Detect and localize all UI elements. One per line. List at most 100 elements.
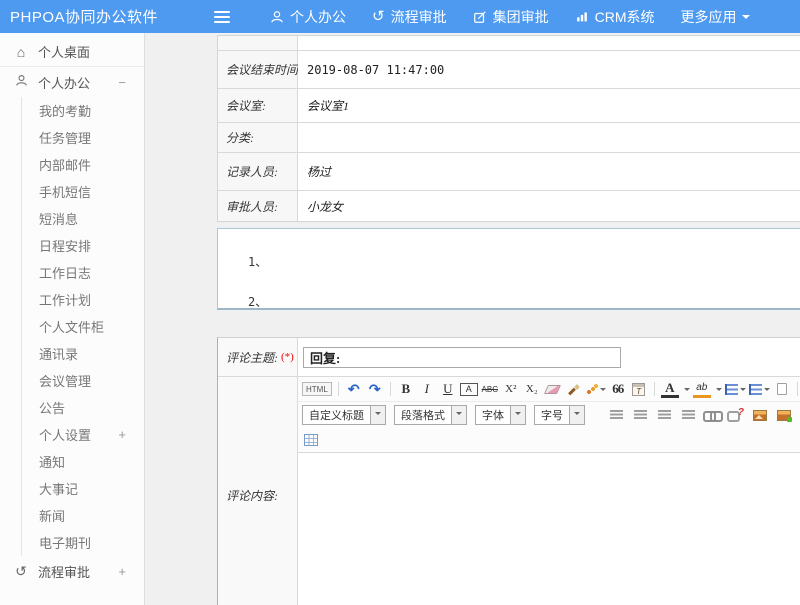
font-size-select[interactable]: 字号 xyxy=(534,405,585,425)
sidebar-item-label: 工作计划 xyxy=(39,290,91,309)
sidebar-item-short-message[interactable]: 短消息 xyxy=(22,205,144,232)
caret-down-icon[interactable] xyxy=(510,406,525,424)
sidebar-item-announcement[interactable]: 公告 xyxy=(22,394,144,421)
sidebar-item-desktop[interactable]: ⌂ 个人桌面 xyxy=(0,37,144,67)
sidebar-item-workflow-approval[interactable]: ↺ 流程审批 + xyxy=(0,556,144,586)
sidebar-item-personal-office[interactable]: 个人办公 − xyxy=(0,67,144,97)
underline-button[interactable]: U xyxy=(439,380,457,398)
combo-value: 字号 xyxy=(535,407,569,423)
sidebar-item-schedule[interactable]: 日程安排 xyxy=(22,232,144,259)
unlink-icon[interactable] xyxy=(727,406,745,424)
expand-toggle[interactable]: + xyxy=(118,427,126,442)
sidebar-item-news[interactable]: 新闻 xyxy=(22,502,144,529)
font-family-select[interactable]: 字体 xyxy=(475,405,526,425)
comment-table: 评论主题: (*) 评论内容: HTML ↶ ↷ xyxy=(217,337,800,605)
caret-down-icon[interactable] xyxy=(370,406,385,424)
sidebar-item-work-log[interactable]: 工作日志 xyxy=(22,259,144,286)
sidebar-item-file-cabinet[interactable]: 个人文件柜 xyxy=(22,313,144,340)
nav-label: CRM系统 xyxy=(595,7,655,27)
comment-content-label: 评论内容: xyxy=(218,377,298,605)
align-right-icon[interactable] xyxy=(655,406,673,424)
row-label-recorder: 记录人员: xyxy=(218,153,298,190)
sidebar-item-major-events[interactable]: 大事记 xyxy=(22,475,144,502)
superscript-button[interactable]: X² xyxy=(502,380,520,398)
bold-button[interactable]: B xyxy=(397,380,415,398)
sidebar-item-label: 大事记 xyxy=(39,479,78,498)
sidebar-item-tasks[interactable]: 任务管理 xyxy=(22,124,144,151)
upload-image-icon[interactable] xyxy=(775,406,793,424)
sidebar-subgroup: 我的考勤 任务管理 内部邮件 手机短信 短消息 日程安排 工作日志 工作计划 个… xyxy=(21,97,144,556)
row-label xyxy=(218,36,298,50)
font-color-button[interactable]: A xyxy=(661,380,679,398)
caret-down-icon[interactable] xyxy=(716,388,722,394)
table-icon[interactable] xyxy=(302,431,320,449)
editor-toolbar-row2: 自定义标题 段落格式 字体 字号 xyxy=(298,402,800,428)
align-center-icon[interactable] xyxy=(631,406,649,424)
collapse-toggle[interactable]: − xyxy=(118,75,126,90)
nav-crm-system[interactable]: CRM系统 xyxy=(575,7,655,27)
source-code-button[interactable]: HTML xyxy=(302,382,332,396)
sidebar-item-attendance[interactable]: 我的考勤 xyxy=(22,97,144,124)
home-icon: ⌂ xyxy=(13,44,29,60)
nav-group-approval[interactable]: 集团审批 xyxy=(473,7,549,27)
row-value-meeting-room: 会议室1 xyxy=(298,89,800,122)
sidebar-item-label: 个人桌面 xyxy=(38,42,90,61)
toolbar-separator xyxy=(390,382,391,396)
required-mark: (*) xyxy=(281,351,294,363)
heading-select[interactable]: 自定义标题 xyxy=(302,405,386,425)
nav-label: 个人办公 xyxy=(290,7,346,27)
nav-personal-office[interactable]: 个人办公 xyxy=(270,7,346,27)
comment-subject-cell xyxy=(298,338,800,376)
chart-icon xyxy=(575,10,589,23)
link-icon[interactable] xyxy=(703,406,721,424)
comment-content-editor-area[interactable] xyxy=(298,453,800,605)
eraser-icon[interactable] xyxy=(544,380,562,398)
paragraph-format-select[interactable]: 段落格式 xyxy=(394,405,467,425)
caret-down-icon[interactable] xyxy=(684,388,690,394)
undo-icon[interactable]: ↶ xyxy=(345,380,363,398)
expand-toggle[interactable]: + xyxy=(118,564,126,579)
sidebar-item-contacts[interactable]: 通讯录 xyxy=(22,340,144,367)
sidebar-item-internal-mail[interactable]: 内部邮件 xyxy=(22,151,144,178)
new-page-icon[interactable] xyxy=(773,380,791,398)
user-icon xyxy=(13,74,29,90)
sidebar-item-label: 新闻 xyxy=(39,506,65,525)
sidebar-item-label: 电子期刊 xyxy=(39,533,91,552)
comment-subject-input[interactable] xyxy=(303,347,621,368)
format-painter-icon[interactable] xyxy=(565,380,583,398)
sidebar-item-work-plan[interactable]: 工作计划 xyxy=(22,286,144,313)
redo-icon[interactable]: ↷ xyxy=(366,380,384,398)
sidebar-item-personal-settings[interactable]: 个人设置+ xyxy=(22,421,144,448)
image-icon[interactable] xyxy=(751,406,769,424)
char-border-button[interactable]: A xyxy=(460,383,478,396)
highlight-color-button[interactable]: ab xyxy=(693,380,711,398)
caret-down-icon[interactable] xyxy=(569,406,584,424)
align-justify-icon[interactable] xyxy=(679,406,697,424)
strikethrough-button[interactable]: ABC xyxy=(481,380,499,398)
italic-button[interactable]: I xyxy=(418,380,436,398)
row-value-recorder: 杨过 xyxy=(298,153,800,190)
unordered-list-icon[interactable] xyxy=(749,380,770,398)
sidebar-item-e-journal[interactable]: 电子期刊 xyxy=(22,529,144,556)
ordered-list-icon[interactable] xyxy=(725,380,746,398)
blockquote-button[interactable]: 66 xyxy=(609,380,627,398)
align-left-icon[interactable] xyxy=(607,406,625,424)
sidebar-item-meeting-management[interactable]: 会议管理 xyxy=(22,367,144,394)
subscript-button[interactable]: X₂ xyxy=(523,380,541,398)
sidebar-item-label: 日程安排 xyxy=(39,236,91,255)
meeting-notes-box: 1、 2、 xyxy=(217,228,800,310)
spray-color-icon[interactable] xyxy=(586,380,606,398)
sidebar-item-sms[interactable]: 手机短信 xyxy=(22,178,144,205)
sidebar-item-notice[interactable]: 通知 xyxy=(22,448,144,475)
top-navbar: PHPOA协同办公软件 个人办公 ↺ 流程审批 集团审批 CRM系统 更多应用 xyxy=(0,0,800,33)
nav-workflow-approval[interactable]: ↺ 流程审批 xyxy=(372,7,447,27)
sidebar-item-label: 我的考勤 xyxy=(39,101,91,120)
label-text: 评论内容: xyxy=(226,487,278,504)
row-value-category xyxy=(298,123,800,152)
hamburger-menu-icon[interactable] xyxy=(214,16,230,18)
caret-down-icon[interactable] xyxy=(451,406,466,424)
table-row: 审批人员: 小龙女 xyxy=(218,191,800,221)
sidebar-item-label: 个人办公 xyxy=(38,73,90,92)
paste-word-icon[interactable] xyxy=(630,380,648,398)
nav-more-apps[interactable]: 更多应用 xyxy=(680,7,750,27)
